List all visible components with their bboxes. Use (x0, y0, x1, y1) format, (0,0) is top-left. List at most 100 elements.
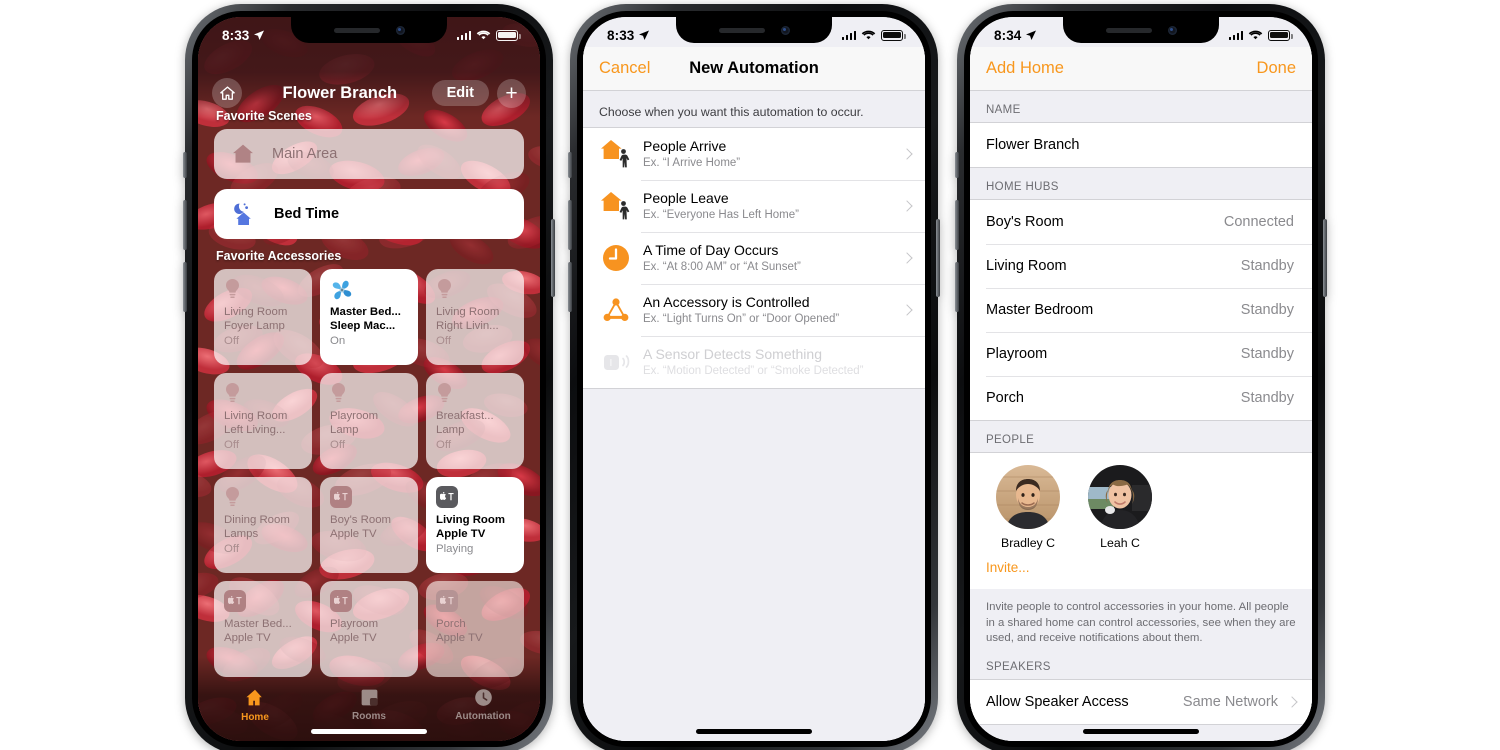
trigger-text: A Sensor Detects Something Ex. “Motion De… (643, 346, 911, 379)
scene-name: Main Area (272, 146, 338, 162)
trigger-row[interactable]: An Accessory is Controlled Ex. “Light Tur… (583, 284, 925, 336)
trigger-row[interactable]: People Arrive Ex. “I Arrive Home” (583, 128, 925, 180)
automation-navigation-bar: Cancel New Automation (583, 47, 925, 91)
home-hub-row[interactable]: Playroom Standby (970, 332, 1312, 376)
allow-speaker-access-row[interactable]: Allow Speaker Access Same Network (970, 680, 1312, 724)
trigger-text: A Time of Day Occurs Ex. “At 8:00 AM” or … (643, 242, 899, 275)
hub-status: Standby (1240, 390, 1294, 406)
row-label: Allow Speaker Access (986, 693, 1129, 710)
people-footnote: Invite people to control accessories in … (986, 601, 1296, 644)
house-icon (219, 85, 235, 100)
trigger-text: An Accessory is Controlled Ex. “Light Tur… (643, 294, 899, 327)
volume-up-button[interactable] (568, 200, 572, 250)
home-hub-row[interactable]: Boy's Room Connected (970, 200, 1312, 244)
hub-name: Boy's Room (986, 214, 1064, 230)
avatar[interactable] (1088, 465, 1152, 529)
accessory-name: Breakfast... Lamp (436, 410, 494, 436)
mute-switch[interactable] (955, 152, 959, 178)
volume-down-button[interactable] (568, 262, 572, 312)
home-content-scroll[interactable]: Favorite Scenes Main Area Bed Time Favor… (198, 109, 540, 677)
volume-down-button[interactable] (183, 262, 187, 312)
person[interactable]: Leah C (1084, 465, 1156, 550)
battery-full-icon (1268, 29, 1293, 41)
favorite-accessories-header: Favorite Accessories (216, 249, 342, 263)
home-name-value[interactable]: Flower Branch (986, 137, 1296, 153)
fan-icon (332, 280, 352, 300)
chevron-right-icon (1286, 695, 1298, 708)
tab-automation[interactable]: Automation (426, 687, 540, 741)
cellular-bars-icon (1228, 30, 1243, 40)
person-name: Leah C (1100, 536, 1140, 550)
accessory-tile[interactable]: Breakfast... Lamp Off (426, 373, 524, 469)
done-button[interactable]: Done (1257, 59, 1296, 78)
home-hub-row[interactable]: Porch Standby (970, 376, 1312, 420)
apple-tv-icon (224, 590, 248, 614)
accessories-grid: Living Room Foyer Lamp Off Master Bed... Sle… (214, 269, 524, 677)
home-hub-row[interactable]: Living Room Standby (970, 244, 1312, 288)
accessory-state: Off (224, 335, 239, 348)
avatar[interactable] (996, 465, 1060, 529)
accessory-tile[interactable]: Living Room Apple TV Playing (426, 477, 524, 573)
home-indicator[interactable] (696, 729, 812, 734)
accessory-state: Playing (436, 543, 474, 556)
bulb-icon (436, 278, 460, 302)
phone-3-add-home: 8:34 Add Home Done NAME Flower Branch HO… (955, 4, 1327, 750)
house-person-leave-icon (601, 192, 630, 220)
accessory-tile[interactable]: Living Room Left Living... Off (214, 373, 312, 469)
volume-down-button[interactable] (955, 262, 959, 312)
location-arrow-icon (254, 30, 265, 40)
accessory-tile[interactable]: Master Bed... Apple TV (214, 581, 312, 677)
phone-1-home-app: 8:33 Flower Branch Edit + Favorite Scene… (183, 4, 555, 750)
accessory-tile[interactable]: Living Room Right Livin... Off (426, 269, 524, 365)
cancel-button[interactable]: Cancel (599, 59, 650, 78)
clock-icon (599, 241, 633, 275)
apple-tv-icon (330, 486, 352, 508)
trigger-row[interactable]: People Leave Ex. “Everyone Has Left Home” (583, 180, 925, 232)
home-hub-row[interactable]: Master Bedroom Standby (970, 288, 1312, 332)
accessory-node-icon (603, 298, 629, 321)
bulb-icon (436, 382, 460, 406)
trigger-title: People Arrive (643, 137, 727, 154)
accessory-tile[interactable]: Playroom Apple TV (320, 581, 418, 677)
trigger-row: A Sensor Detects Something Ex. “Motion De… (583, 336, 925, 388)
home-indicator[interactable] (311, 729, 427, 734)
accessory-tile[interactable]: Playroom Lamp Off (320, 373, 418, 469)
scene-card-bed-time[interactable]: Bed Time (214, 189, 524, 239)
volume-up-button[interactable] (955, 200, 959, 250)
phone-1-bezel: 8:33 Flower Branch Edit + Favorite Scene… (192, 11, 546, 747)
scene-name: Bed Time (274, 206, 340, 222)
person[interactable]: Bradley C (992, 465, 1064, 550)
home-name-row[interactable]: Flower Branch (970, 123, 1312, 167)
tab-label: Home (241, 712, 269, 723)
power-button[interactable] (551, 219, 555, 297)
add-button[interactable]: + (497, 78, 526, 108)
mute-switch[interactable] (183, 152, 187, 178)
power-button[interactable] (936, 219, 940, 297)
tab-label: Rooms (352, 711, 386, 722)
accessory-tile[interactable]: Boy's Room Apple TV (320, 477, 418, 573)
cellular-bars-icon (456, 30, 471, 40)
volume-up-button[interactable] (183, 200, 187, 250)
mute-switch[interactable] (568, 152, 572, 178)
clock-icon (603, 245, 629, 271)
status-indicators (841, 29, 906, 41)
woman-portrait-avatar (1088, 465, 1152, 529)
earpiece-speaker-icon (718, 27, 765, 33)
scene-card-main-area[interactable]: Main Area (214, 129, 524, 179)
edit-button[interactable]: Edit (431, 80, 489, 106)
trigger-row[interactable]: A Time of Day Occurs Ex. “At 8:00 AM” or … (583, 232, 925, 284)
fan-icon (330, 278, 354, 302)
accessory-tile[interactable]: Porch Apple TV (426, 581, 524, 677)
accessory-tile[interactable]: Living Room Foyer Lamp Off (214, 269, 312, 365)
home-indicator[interactable] (1083, 729, 1199, 734)
accessory-tile[interactable]: Master Bed... Sleep Mac... On (320, 269, 418, 365)
home-house-button[interactable] (212, 78, 242, 108)
power-button[interactable] (1323, 219, 1327, 297)
accessory-state: Off (436, 439, 451, 452)
accessory-tile[interactable]: Dining Room Lamps Off (214, 477, 312, 573)
rooms-icon (361, 689, 377, 706)
wifi-icon (476, 30, 491, 40)
invite-button[interactable]: Invite... (970, 550, 1312, 579)
tab-home[interactable]: Home (198, 687, 312, 741)
house-person-arrive-icon (599, 137, 633, 171)
